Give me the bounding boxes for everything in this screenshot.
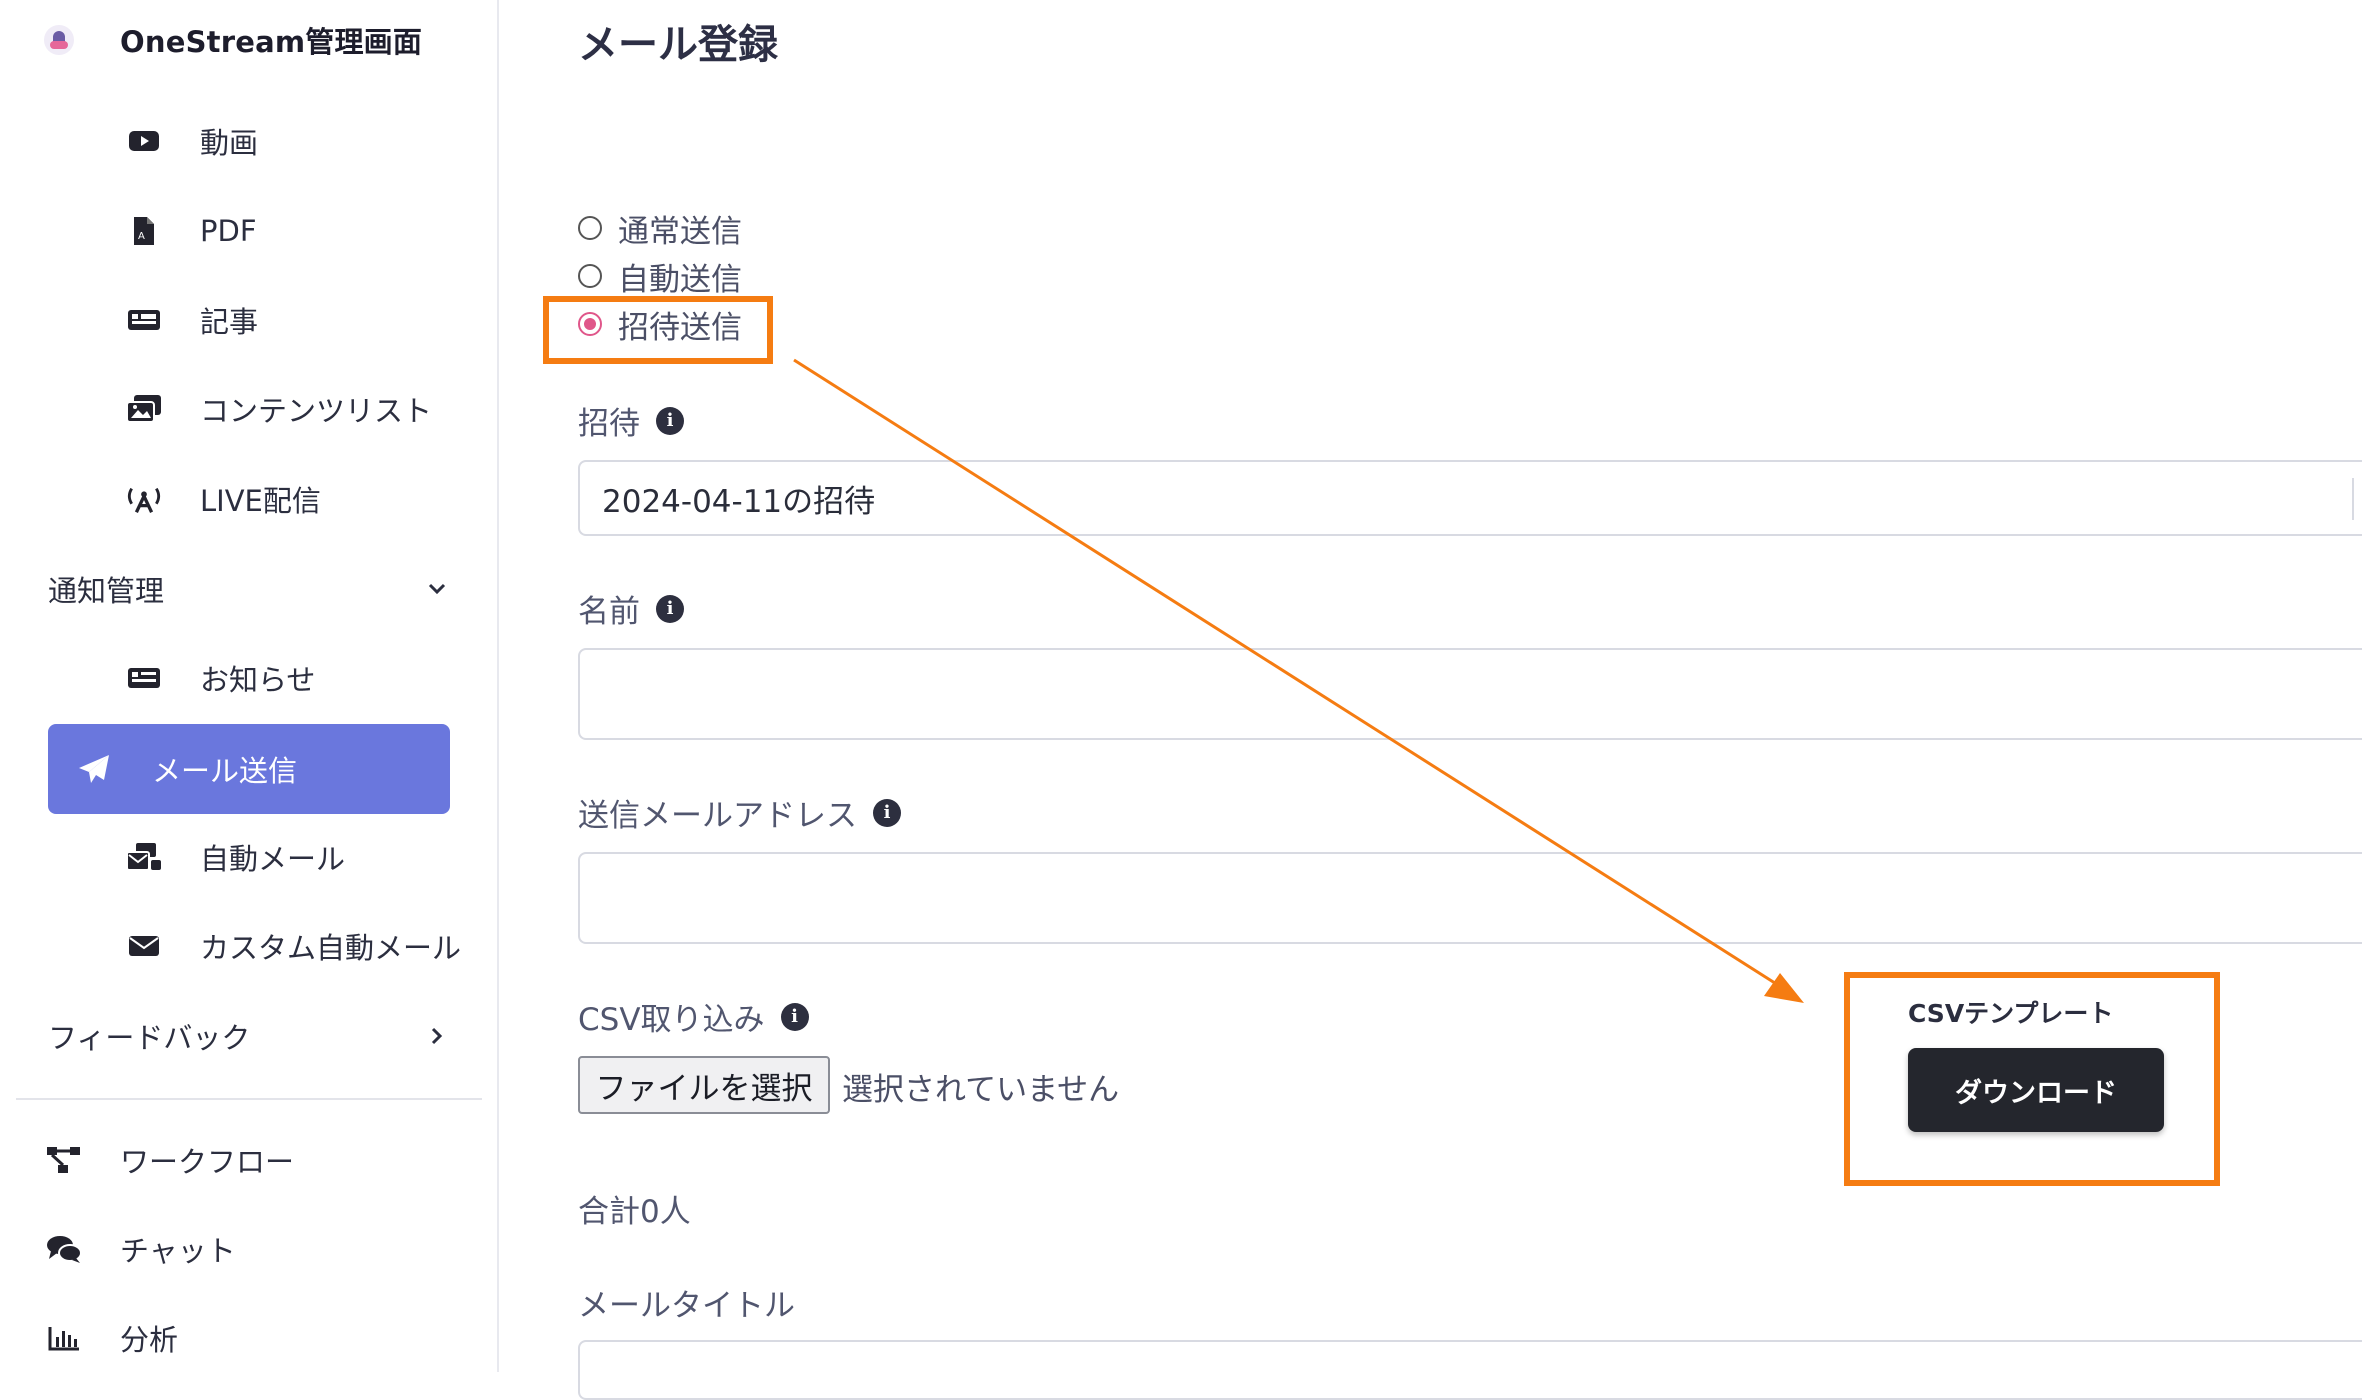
radio-label: 通常送信 <box>618 213 742 250</box>
broadcast-tower-icon <box>126 484 162 514</box>
workflow-icon <box>46 1145 82 1175</box>
annotation-highlight-box <box>543 296 773 364</box>
name-label: 名前 i <box>578 586 684 631</box>
envelope-icon <box>126 931 162 961</box>
sidebar-group-notifications[interactable]: 通知管理 <box>48 559 452 619</box>
chart-icon <box>46 1323 82 1353</box>
page-title: メール登録 <box>578 22 778 68</box>
sidebar-item-pdf[interactable]: A PDF <box>48 201 448 261</box>
info-icon[interactable]: i <box>656 594 684 623</box>
sidebar-item-mail-send[interactable]: メール送信 <box>48 724 450 814</box>
sidebar-item-content-list[interactable]: コンテンツリスト <box>48 379 448 439</box>
sidebar-item-auto-mail[interactable]: 自動メール <box>48 827 448 887</box>
choose-file-button[interactable]: ファイルを選択 <box>578 1056 830 1114</box>
sidebar-item-analytics[interactable]: 分析 <box>46 1308 466 1368</box>
chevron-right-icon <box>422 1021 452 1051</box>
radio-normal-send[interactable]: 通常送信 <box>578 206 742 250</box>
sidebar-item-label: チャット <box>120 1234 236 1268</box>
sidebar-item-article[interactable]: 記事 <box>48 290 448 350</box>
pdf-file-icon: A <box>126 216 162 246</box>
newspaper-icon <box>126 663 162 693</box>
brand[interactable]: OneStream管理画面 <box>44 20 422 60</box>
sidebar-divider <box>16 1098 482 1100</box>
radio-button[interactable] <box>578 216 602 240</box>
paper-plane-icon <box>76 754 112 784</box>
radio-label: 自動送信 <box>618 261 742 298</box>
select-separator <box>2352 478 2354 520</box>
sidebar-item-label: ワークフロー <box>120 1145 295 1179</box>
chat-icon <box>46 1234 82 1264</box>
mail-title-label-text: メールタイトル <box>578 1288 795 1324</box>
arrow-head <box>1764 973 1804 1003</box>
invite-label: 招待 i <box>578 398 684 443</box>
sidebar-group-label: フィードバック <box>48 1021 251 1055</box>
sidebar-item-label: 分析 <box>120 1323 179 1357</box>
total-count: 合計0人 <box>578 1194 691 1230</box>
sidebar-item-label: メール送信 <box>152 754 298 788</box>
sidebar-item-video[interactable]: 動画 <box>48 111 448 171</box>
sidebar-item-news[interactable]: お知らせ <box>48 648 448 708</box>
info-icon[interactable]: i <box>873 798 901 827</box>
name-label-text: 名前 <box>578 594 640 630</box>
sidebar-item-label: PDF <box>200 214 257 248</box>
images-icon <box>126 394 162 424</box>
sidebar-item-label: カスタム自動メール <box>200 931 462 965</box>
sidebar-item-label: LIVE配信 <box>200 484 321 518</box>
info-icon[interactable]: i <box>780 1002 809 1031</box>
sender-address-input[interactable] <box>578 852 2362 944</box>
sidebar-item-custom-auto-mail[interactable]: カスタム自動メール <box>48 916 461 976</box>
sidebar-item-label: 動画 <box>200 126 259 160</box>
brand-logo-icon <box>44 25 74 55</box>
sidebar: OneStream管理画面 動画 A PDF 記事 コンテンツリスト LIVE配… <box>0 0 499 1372</box>
article-icon <box>126 305 162 335</box>
sidebar-group-feedback[interactable]: フィードバック <box>48 1006 452 1066</box>
invite-label-text: 招待 <box>578 406 640 442</box>
csv-import-label-text: CSV取り込み <box>578 1002 765 1038</box>
sender-address-label: 送信メールアドレス i <box>578 790 901 835</box>
info-icon[interactable]: i <box>656 406 684 435</box>
sidebar-item-label: 自動メール <box>200 842 346 876</box>
sidebar-item-label: お知らせ <box>200 663 316 697</box>
sidebar-item-chat[interactable]: チャット <box>46 1219 466 1279</box>
sidebar-item-label: 記事 <box>200 305 259 339</box>
csv-import-label: CSV取り込み i <box>578 994 809 1039</box>
mail-bulk-icon <box>126 842 162 872</box>
radio-button[interactable] <box>578 264 602 288</box>
sender-address-label-text: 送信メールアドレス <box>578 798 857 834</box>
svg-text:A: A <box>138 231 145 242</box>
mail-title-input[interactable] <box>578 1340 2362 1400</box>
chevron-down-icon <box>422 574 452 604</box>
radio-auto-send[interactable]: 自動送信 <box>578 254 742 298</box>
brand-title: OneStream管理画面 <box>120 25 423 59</box>
sidebar-group-label: 通知管理 <box>48 574 165 608</box>
sidebar-item-label: コンテンツリスト <box>200 394 433 428</box>
invite-select-value: 2024-04-11の招待 <box>602 484 876 520</box>
file-status: 選択されていません <box>842 1072 1120 1108</box>
name-input[interactable] <box>578 648 2362 740</box>
annotation-highlight-box <box>1844 972 2220 1186</box>
mail-title-label: メールタイトル <box>578 1280 795 1325</box>
video-icon <box>126 126 162 156</box>
invite-select[interactable]: 2024-04-11の招待 <box>578 460 2362 536</box>
sidebar-item-workflow[interactable]: ワークフロー <box>46 1130 466 1190</box>
sidebar-item-live[interactable]: LIVE配信 <box>48 469 448 529</box>
